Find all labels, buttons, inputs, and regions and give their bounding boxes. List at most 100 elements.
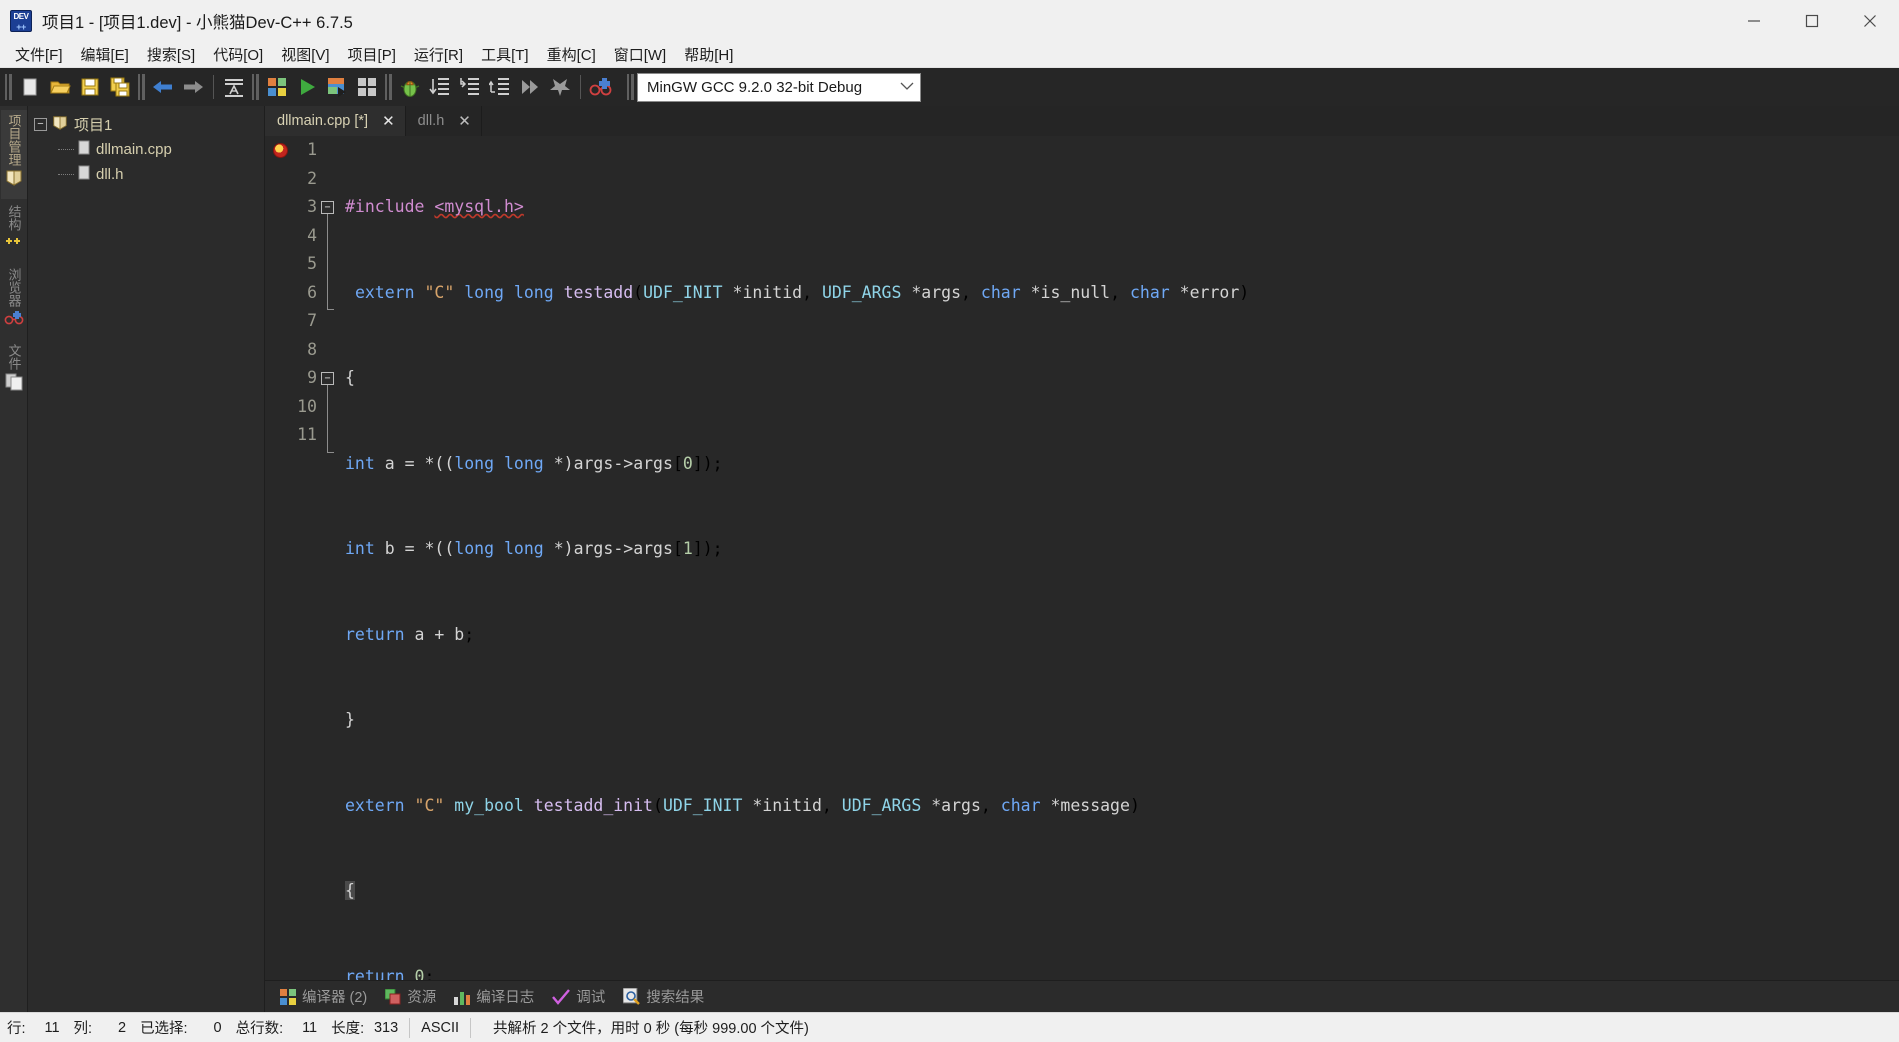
line-number: 6 — [307, 282, 317, 302]
editor-column: dllmain.cpp [*] ✕ dll.h ✕ 1 2 3 4 5 6 7 … — [265, 106, 1899, 1012]
tree-item-dllh[interactable]: dll.h — [28, 162, 264, 187]
tree-root-item[interactable]: − 项目1 — [28, 112, 264, 137]
rail-tab-files[interactable]: 文件 — [1, 340, 27, 403]
tree-item-dllmain[interactable]: dllmain.cpp — [28, 137, 264, 162]
code-editor[interactable]: 1 2 3 4 5 6 7 8 9 10 11 − − #include <my… — [265, 136, 1899, 980]
add-watch-button[interactable] — [586, 72, 616, 102]
panel-tab-resources[interactable]: 资源 — [376, 982, 445, 1012]
step-over-button[interactable] — [425, 72, 455, 102]
minimize-button[interactable] — [1725, 0, 1783, 42]
toolbar-grip-5[interactable] — [627, 74, 634, 100]
compile-button[interactable] — [262, 72, 292, 102]
menu-refactor[interactable]: 重构[C] — [538, 42, 605, 67]
menu-help[interactable]: 帮助[H] — [675, 42, 742, 67]
toolbar-grip-3[interactable] — [252, 74, 259, 100]
project-shield-icon — [52, 115, 68, 135]
panel-tab-compile-log[interactable]: 编译日志 — [445, 982, 543, 1012]
code-line-5: int b = *((long long *)args->args[1]); — [345, 539, 723, 558]
editor-tab-dllh[interactable]: dll.h ✕ — [406, 106, 482, 136]
menu-edit[interactable]: 编辑[E] — [72, 42, 138, 67]
menu-search[interactable]: 搜索[S] — [138, 42, 204, 67]
toolbar-grip-4[interactable] — [385, 74, 392, 100]
format-code-button[interactable] — [219, 72, 249, 102]
menu-project[interactable]: 项目[P] — [339, 42, 405, 67]
rail-tab-files-label: 文件 — [6, 344, 22, 370]
stop-execution-button[interactable] — [545, 72, 575, 102]
fold-toggle-line9[interactable]: − — [321, 372, 334, 385]
toolbar-grip-2[interactable] — [138, 74, 145, 100]
rail-tab-structure[interactable]: 结构 — [1, 201, 27, 262]
save-button[interactable] — [75, 72, 105, 102]
menu-tools[interactable]: 工具[T] — [472, 42, 538, 67]
code-text[interactable]: #include <mysql.h> extern "C" long long … — [335, 136, 1899, 980]
breakpoint-marker[interactable] — [273, 143, 288, 158]
panel-tab-label: 搜索结果 — [646, 990, 705, 1006]
toolbar-grip[interactable] — [5, 74, 12, 100]
code-line-4: int a = *((long long *)args->args[0]); — [345, 453, 723, 473]
status-col: 列: 2 — [67, 1017, 134, 1038]
status-length: 长度: 313 — [324, 1017, 405, 1038]
status-encoding[interactable]: ASCII — [414, 1020, 466, 1036]
new-file-button[interactable] — [15, 72, 45, 102]
rail-tab-class-browser[interactable]: 浏览器 — [1, 264, 27, 338]
status-col-value: 2 — [117, 1019, 127, 1036]
menu-run[interactable]: 运行[R] — [405, 42, 472, 67]
status-col-label: 列: — [73, 1021, 93, 1037]
menu-bar: 文件[F] 编辑[E] 搜索[S] 代码[O] 视图[V] 项目[P] 运行[R… — [0, 42, 1899, 68]
dev-cpp-window: DEV ++ 项目1 - [项目1.dev] - 小熊猫Dev-C++ 6.7.5… — [0, 0, 1899, 1042]
menu-code[interactable]: 代码[O] — [204, 42, 272, 67]
code-line-3: { — [345, 368, 355, 387]
run-button[interactable] — [292, 72, 322, 102]
close-button[interactable] — [1841, 0, 1899, 42]
code-line-9: { — [345, 881, 355, 900]
close-icon[interactable]: ✕ — [378, 112, 399, 130]
close-icon[interactable]: ✕ — [454, 112, 475, 130]
menu-file[interactable]: 文件[F] — [6, 42, 72, 67]
bottom-panel-tabs: 编译器 (2) 资源 编译日志 调试 搜索结果 — [265, 980, 1899, 1012]
status-row-value: 11 — [44, 1019, 60, 1036]
maximize-button[interactable] — [1783, 0, 1841, 42]
panel-tab-debug[interactable]: 调试 — [543, 982, 614, 1012]
source-file-icon — [78, 140, 90, 159]
status-row-label: 行: — [7, 1021, 26, 1037]
compiler-blocks-icon — [280, 988, 296, 1005]
forward-button[interactable] — [178, 72, 208, 102]
code-folding-column[interactable]: − − — [321, 136, 335, 980]
compiler-set-select[interactable]: MinGW GCC 9.2.0 32-bit Debug — [637, 72, 921, 102]
editor-tab-dllmain[interactable]: dllmain.cpp [*] ✕ — [265, 106, 406, 136]
fold-guide-end — [327, 452, 334, 453]
glasses-icon — [4, 310, 24, 331]
fold-toggle-line3[interactable]: − — [321, 201, 334, 214]
rebuild-button[interactable] — [352, 72, 382, 102]
rail-tab-project-label: 项目管理 — [6, 114, 22, 166]
step-into-button[interactable] — [455, 72, 485, 102]
menu-view[interactable]: 视图[V] — [272, 42, 338, 67]
save-all-button[interactable] — [105, 72, 135, 102]
step-out-button[interactable] — [485, 72, 515, 102]
line-number: 5 — [307, 254, 317, 273]
status-divider — [470, 1017, 472, 1038]
search-magnifier-icon — [623, 988, 641, 1005]
code-line-7: } — [345, 710, 355, 729]
fold-guide — [327, 385, 328, 452]
line-number: 10 — [297, 396, 317, 416]
tree-collapse-toggle[interactable]: − — [34, 118, 47, 131]
back-button[interactable] — [148, 72, 178, 102]
line-number: 4 — [307, 225, 317, 245]
panel-tab-compiler[interactable]: 编译器 (2) — [271, 982, 376, 1012]
panel-tab-search-results[interactable]: 搜索结果 — [614, 982, 713, 1012]
project-name: 项目1 — [74, 117, 113, 134]
continue-button[interactable] — [515, 72, 545, 102]
status-selected: 已选择: 0 — [133, 1017, 229, 1038]
debug-button[interactable] — [395, 72, 425, 102]
bar-chart-icon — [454, 989, 471, 1005]
rail-tab-project[interactable]: 项目管理 — [0, 110, 27, 199]
menu-window[interactable]: 窗口[W] — [605, 42, 676, 67]
compile-run-button[interactable] — [322, 72, 352, 102]
code-line-6: return a + b; — [345, 624, 475, 644]
window-title: 项目1 - [项目1.dev] - 小熊猫Dev-C++ 6.7.5 — [42, 14, 353, 32]
chevron-down-icon — [900, 80, 914, 94]
status-row: 行: 11 — [0, 1017, 67, 1038]
open-folder-button[interactable] — [45, 72, 75, 102]
compiler-set-value: MinGW GCC 9.2.0 32-bit Debug — [647, 78, 863, 96]
